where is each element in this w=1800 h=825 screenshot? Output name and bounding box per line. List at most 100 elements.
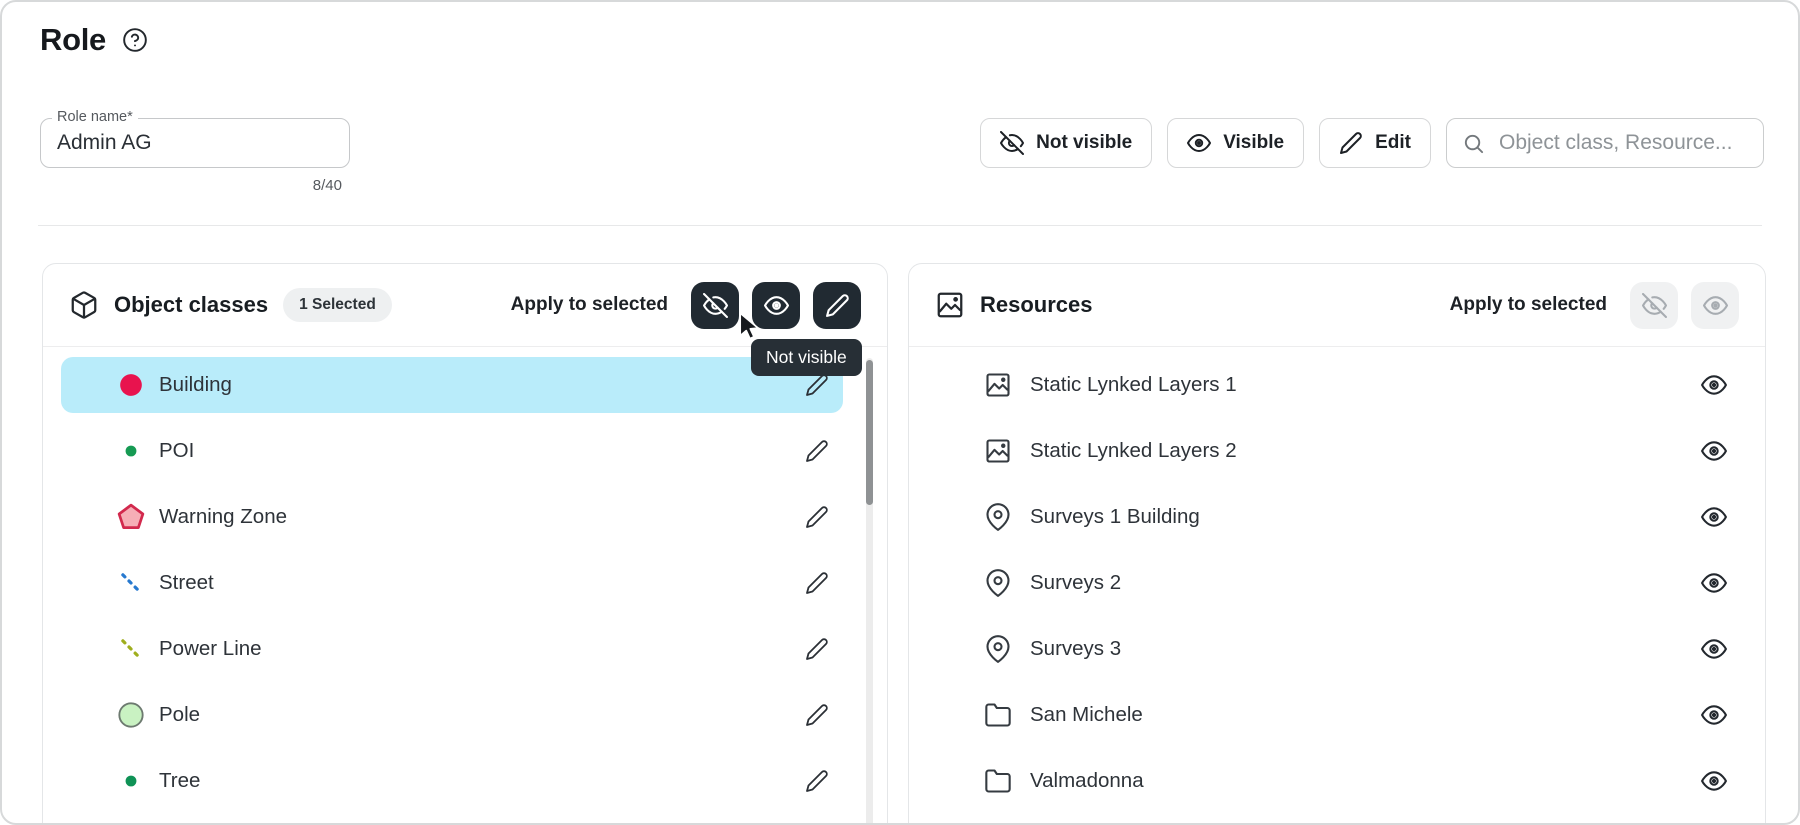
resource-label: Surveys 2 [1030,571,1122,594]
edit-button-label: Edit [1375,132,1411,153]
object-class-row[interactable]: Building [61,357,843,413]
bulk-visible-button-disabled [1691,281,1739,329]
resource-label: San Michele [1030,703,1143,726]
object-class-row[interactable]: Pole [61,687,843,743]
object-class-label: POI [159,439,195,462]
object-class-shape-icon [116,370,146,400]
folder-icon [984,701,1012,729]
resource-label: Surveys 3 [1030,637,1122,660]
object-class-row[interactable]: POI [61,423,843,479]
object-class-label: Warning Zone [159,505,287,528]
object-classes-title: Object classes [114,292,269,317]
page-header: Role [40,22,148,58]
resource-row[interactable]: Static Lynked Layers 2 [935,423,1739,479]
resources-panel: Resources Apply to selected Static Lynke… [908,263,1766,823]
bulk-action-buttons [691,281,861,329]
search-box [1446,118,1764,168]
image-icon [935,290,965,320]
eye-icon[interactable] [1701,636,1727,662]
mouse-cursor-icon [738,312,764,342]
image-icon [984,371,1012,399]
resource-row[interactable]: Surveys 3 [935,621,1739,677]
visible-button[interactable]: Visible [1167,118,1305,168]
search-icon [1464,134,1484,153]
object-class-label: Tree [159,769,201,792]
edit-icon[interactable] [805,505,829,529]
resources-list: Static Lynked Layers 1 Static Lynked Lay… [909,347,1765,809]
map-pin-icon [984,635,1012,663]
edit-icon[interactable] [805,439,829,463]
resource-row[interactable]: Surveys 2 [935,555,1739,611]
object-class-shape-icon [116,568,146,598]
object-class-shape-icon [116,700,146,730]
resource-row[interactable]: San Michele [935,687,1739,743]
edit-button[interactable]: Edit [1319,118,1431,168]
resource-row[interactable]: Valmadonna [935,753,1739,809]
eye-off-icon [1641,292,1667,318]
tooltip: Not visible [751,339,862,376]
object-class-label: Building [159,373,232,396]
search-input[interactable] [1497,130,1748,156]
image-icon [984,437,1012,465]
object-class-shape-icon [116,502,146,532]
object-class-label: Pole [159,703,201,726]
role-name-input[interactable] [41,119,349,167]
scrollbar-track[interactable] [866,358,873,823]
eye-icon[interactable] [1701,504,1727,530]
object-class-shape-icon [116,766,146,796]
apply-to-selected-label: Apply to selected [510,294,668,315]
map-pin-icon [984,569,1012,597]
eye-icon[interactable] [1701,570,1727,596]
eye-off-icon [1000,131,1025,155]
object-class-label: Street [159,571,214,594]
object-class-shape-icon [116,436,146,466]
eye-off-icon [702,292,728,318]
edit-icon[interactable] [805,703,829,727]
object-class-row[interactable]: Tree [61,753,843,809]
not-visible-button[interactable]: Not visible [980,118,1153,168]
object-classes-list: Building POI Warning Zone Street Power L… [43,347,887,809]
eye-icon[interactable] [1701,438,1727,464]
resources-title: Resources [980,292,1093,317]
role-name-label: Role name* [52,109,138,125]
object-class-row[interactable]: Power Line [61,621,843,677]
eye-icon[interactable] [1701,372,1727,398]
edit-icon[interactable] [805,571,829,595]
role-name-field: Role name* [40,109,350,168]
resource-label: Valmadonna [1030,769,1144,792]
screen: Role Role name* 8/40 Not visible Visible… [0,0,1800,825]
eye-icon[interactable] [1701,768,1727,794]
bulk-not-visible-button-disabled [1630,281,1678,329]
object-class-label: Power Line [159,637,262,660]
help-icon[interactable] [122,27,148,53]
pencil-icon [1340,132,1362,154]
cube-icon [69,290,99,320]
resources-header: Resources Apply to selected [909,264,1765,347]
scrollbar-thumb[interactable] [866,360,873,505]
edit-icon[interactable] [805,769,829,793]
object-class-row[interactable]: Street [61,555,843,611]
pencil-icon [825,293,849,317]
resource-label: Static Lynked Layers 1 [1030,373,1237,396]
bulk-not-visible-button[interactable] [691,281,739,329]
selected-count-badge: 1 Selected [283,288,392,322]
eye-icon [1702,295,1728,315]
page-title: Role [40,22,106,57]
header-divider [38,225,1762,226]
visible-button-label: Visible [1223,132,1285,153]
resource-label: Static Lynked Layers 2 [1030,439,1237,462]
bulk-edit-button[interactable] [813,281,861,329]
object-class-shape-icon [116,634,146,664]
not-visible-button-label: Not visible [1036,132,1133,153]
eye-icon [763,295,789,315]
resource-row[interactable]: Surveys 1 Building [935,489,1739,545]
top-actions: Not visible Visible Edit [980,118,1764,168]
object-class-row[interactable]: Warning Zone [61,489,843,545]
apply-to-selected-label: Apply to selected [1449,294,1607,315]
eye-icon[interactable] [1701,702,1727,728]
edit-icon[interactable] [805,373,829,397]
folder-icon [984,767,1012,795]
map-pin-icon [984,503,1012,531]
edit-icon[interactable] [805,637,829,661]
resource-row[interactable]: Static Lynked Layers 1 [935,357,1739,413]
